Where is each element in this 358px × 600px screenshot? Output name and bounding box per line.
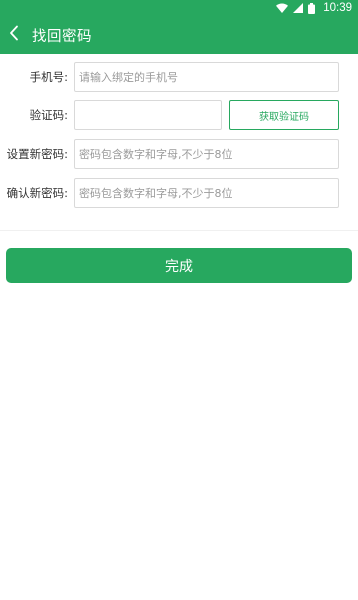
chevron-left-icon <box>9 25 19 45</box>
divider <box>0 230 358 231</box>
verification-code-input[interactable] <box>74 100 222 130</box>
submit-button[interactable]: 完成 <box>6 248 352 283</box>
signal-icon <box>293 3 304 13</box>
back-button[interactable] <box>2 16 26 54</box>
wifi-icon <box>276 3 289 13</box>
page-title: 找回密码 <box>32 28 92 45</box>
phone-label: 手机号: <box>29 70 68 84</box>
confirm-password-row: 确认新密码: <box>0 178 358 210</box>
battery-icon <box>308 2 316 14</box>
code-row: 验证码: 获取验证码 <box>0 100 358 132</box>
phone-row: 手机号: <box>0 62 358 94</box>
app-bar: 找回密码 <box>0 16 358 54</box>
status-time: 10:39 <box>323 2 352 14</box>
status-bar: 10:39 <box>0 0 358 16</box>
code-label: 验证码: <box>29 108 68 122</box>
confirm-password-input[interactable] <box>74 178 339 208</box>
new-password-label: 设置新密码: <box>6 147 68 161</box>
confirm-password-label: 确认新密码: <box>6 186 68 200</box>
phone-input[interactable] <box>74 62 339 92</box>
new-password-input[interactable] <box>74 139 339 169</box>
new-password-row: 设置新密码: <box>0 139 358 171</box>
get-code-button[interactable]: 获取验证码 <box>229 100 339 130</box>
